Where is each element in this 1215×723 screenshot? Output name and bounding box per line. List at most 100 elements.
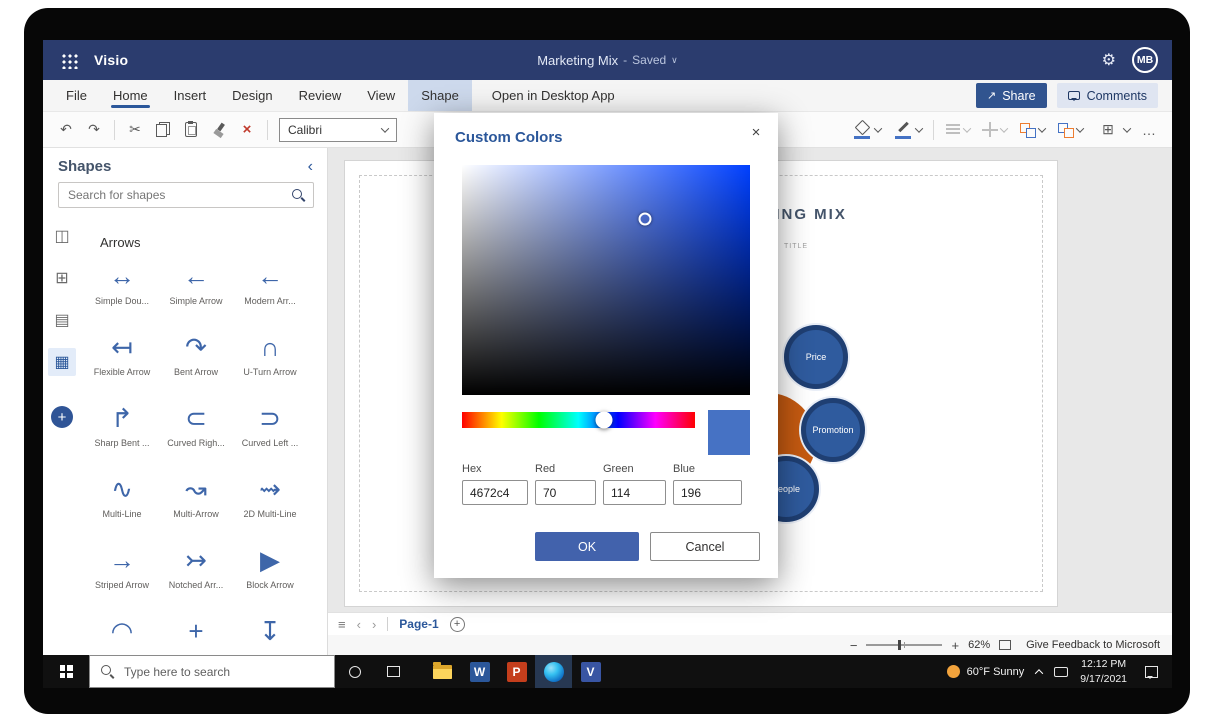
- shape-item[interactable]: ← Simple Arrow: [159, 254, 233, 325]
- shape-item[interactable]: ◠: [85, 609, 159, 655]
- blue-input[interactable]: [673, 480, 742, 505]
- shape-item[interactable]: ↝ Multi-Arrow: [159, 467, 233, 538]
- position-button[interactable]: [976, 122, 1013, 137]
- group-button[interactable]: [1013, 122, 1051, 138]
- document-title-text[interactable]: Marketing Mix: [537, 53, 618, 68]
- taskbar-app-powerpoint[interactable]: P: [498, 655, 535, 688]
- cut-button[interactable]: ✂: [122, 117, 148, 143]
- ok-button[interactable]: OK: [535, 532, 639, 561]
- paste-button[interactable]: [178, 117, 204, 143]
- diagram-subtitle[interactable]: TITLE: [784, 243, 808, 250]
- shape-item[interactable]: +: [159, 609, 233, 655]
- snap-grid-button[interactable]: ⊞: [1089, 117, 1136, 143]
- app-launcher-waffle-icon[interactable]: [61, 52, 78, 69]
- search-icon[interactable]: [291, 188, 306, 203]
- feedback-link[interactable]: Give Feedback to Microsoft: [1026, 639, 1160, 651]
- copy-button[interactable]: [150, 117, 176, 143]
- shape-item[interactable]: ← Modern Arr...: [233, 254, 307, 325]
- color-picker-cursor[interactable]: [639, 213, 652, 226]
- settings-gear-icon[interactable]: ⚙: [1102, 50, 1116, 70]
- stencil-tab-1[interactable]: ◫: [48, 222, 76, 250]
- hue-slider-thumb[interactable]: [596, 412, 613, 429]
- shape-item[interactable]: ∿ Multi-Line: [85, 467, 159, 538]
- promotion-circle-shape[interactable]: Promotion: [801, 398, 865, 462]
- zoom-level[interactable]: 62%: [968, 639, 990, 651]
- previous-page-icon[interactable]: ‹: [357, 617, 361, 632]
- shape-item[interactable]: ⊃ Curved Left ...: [233, 396, 307, 467]
- start-button[interactable]: [43, 655, 89, 688]
- fit-to-window-icon[interactable]: [999, 640, 1011, 650]
- task-view-icon[interactable]: [387, 666, 400, 677]
- shape-item[interactable]: ↧: [233, 609, 307, 655]
- cortana-icon[interactable]: [349, 666, 361, 678]
- taskbar-app-word[interactable]: W: [461, 655, 498, 688]
- collapse-panel-icon[interactable]: ‹: [308, 159, 313, 175]
- green-input[interactable]: [603, 480, 666, 505]
- zoom-slider-thumb[interactable]: [898, 640, 901, 650]
- taskbar-app-edge[interactable]: [535, 655, 572, 688]
- next-page-icon[interactable]: ›: [372, 617, 376, 632]
- save-status-chevron-icon[interactable]: ∨: [671, 55, 678, 66]
- shape-item[interactable]: ↣ Notched Arr...: [159, 538, 233, 609]
- shape-fill-button[interactable]: [846, 120, 887, 139]
- comments-button[interactable]: Comments: [1057, 83, 1158, 108]
- hex-input[interactable]: [462, 480, 528, 505]
- stencil-tab-arrows[interactable]: ▦: [48, 348, 76, 376]
- stencil-tab-2[interactable]: ⊞: [48, 264, 76, 292]
- delete-button[interactable]: ×: [234, 117, 260, 143]
- menu-view[interactable]: View: [354, 80, 408, 111]
- menu-shape[interactable]: Shape: [408, 80, 472, 111]
- format-painter-button[interactable]: [206, 117, 232, 143]
- shape-item[interactable]: ↱ Sharp Bent ...: [85, 396, 159, 467]
- shape-item[interactable]: ⊂ Curved Righ...: [159, 396, 233, 467]
- menu-home[interactable]: Home: [100, 80, 161, 111]
- undo-button[interactable]: ↶: [53, 117, 79, 143]
- redo-button[interactable]: ↷: [81, 117, 107, 143]
- shape-item[interactable]: ↔ Simple Dou...: [85, 254, 159, 325]
- zoom-out-button[interactable]: −: [850, 638, 858, 653]
- line-color-button[interactable]: [887, 120, 928, 139]
- zoom-in-button[interactable]: +: [951, 638, 959, 653]
- all-pages-icon[interactable]: ≡: [338, 617, 346, 632]
- saturation-value-picker[interactable]: [462, 165, 750, 395]
- shape-item[interactable]: ↷ Bent Arrow: [159, 325, 233, 396]
- shape-item[interactable]: ▶ Block Arrow: [233, 538, 307, 609]
- add-page-button[interactable]: +: [450, 617, 465, 632]
- menu-design[interactable]: Design: [219, 80, 285, 111]
- red-input[interactable]: [535, 480, 596, 505]
- chevron-down-icon: [915, 124, 923, 132]
- align-button[interactable]: [939, 123, 976, 136]
- action-center-icon[interactable]: [1145, 666, 1158, 678]
- shape-item[interactable]: ∩ U-Turn Arrow: [233, 325, 307, 396]
- cancel-button[interactable]: Cancel: [650, 532, 760, 561]
- show-hidden-icons-chevron[interactable]: [1035, 669, 1043, 677]
- font-select[interactable]: Calibri: [279, 118, 397, 142]
- weather-widget[interactable]: 60°F Sunny: [947, 665, 1025, 678]
- more-options-button[interactable]: …: [1136, 117, 1162, 143]
- shape-item[interactable]: ⇝ 2D Multi-Line: [233, 467, 307, 538]
- shape-search-input[interactable]: [68, 188, 291, 202]
- page-tab[interactable]: Page-1: [399, 617, 438, 631]
- taskbar-clock[interactable]: 12:12 PM 9/17/2021: [1080, 657, 1127, 685]
- add-stencil-button[interactable]: +: [51, 406, 73, 428]
- taskbar-app-file-explorer[interactable]: [424, 655, 461, 688]
- arrange-button[interactable]: [1051, 122, 1089, 138]
- account-avatar[interactable]: MB: [1132, 47, 1158, 73]
- shape-item[interactable]: ↤ Flexible Arrow: [85, 325, 159, 396]
- stencil-tab-3[interactable]: ▤: [48, 306, 76, 334]
- shape-item[interactable]: → Striped Arrow: [85, 538, 159, 609]
- share-button[interactable]: ↗ Share: [976, 83, 1047, 108]
- menu-insert[interactable]: Insert: [161, 80, 220, 111]
- document-title[interactable]: Marketing Mix - Saved ∨: [43, 53, 1172, 68]
- menu-review[interactable]: Review: [286, 80, 355, 111]
- taskbar-search-box[interactable]: Type here to search: [89, 655, 335, 688]
- taskbar-app-visio[interactable]: V: [572, 655, 609, 688]
- price-circle-shape[interactable]: Price: [784, 325, 848, 389]
- touch-keyboard-icon[interactable]: [1054, 667, 1068, 677]
- menu-file[interactable]: File: [53, 80, 100, 111]
- close-icon[interactable]: ×: [744, 120, 768, 144]
- shape-search-box[interactable]: [58, 182, 314, 208]
- zoom-slider[interactable]: [866, 644, 942, 646]
- open-in-desktop-button[interactable]: Open in Desktop App: [492, 88, 615, 103]
- hue-slider[interactable]: [462, 412, 695, 428]
